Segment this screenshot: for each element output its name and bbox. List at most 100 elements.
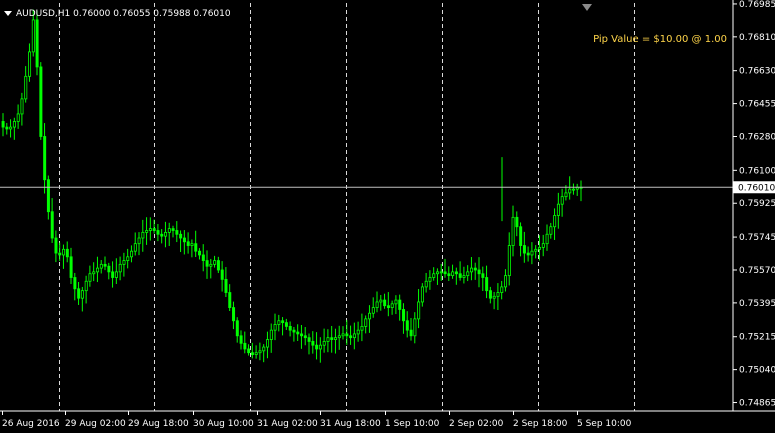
x-tick-label: 2 Sep 18:00 [513,419,568,429]
candle-body [141,231,145,239]
candle-body [84,280,88,292]
candle-body [413,318,417,337]
candle-body [111,271,115,278]
candle-body [43,136,47,181]
x-tick-label: 2 Sep 02:00 [449,419,504,429]
candle-body [477,269,481,275]
candle-body [54,237,58,254]
candle-body [148,228,152,231]
candle-body [96,267,100,273]
candle-body [24,75,28,100]
candle-body [500,286,504,293]
candle-body [77,288,81,299]
candle-body [99,263,103,269]
y-tick-label: 0.76280 [739,132,775,142]
candle-body [326,337,330,342]
candle-body [522,245,526,254]
candle-body [473,267,477,271]
candle-body [534,248,538,252]
candle-body [541,243,545,248]
x-tick-label: 31 Aug 02:00 [257,419,318,429]
candle-body [383,299,387,307]
candle-body [364,318,368,327]
candle-body [194,243,198,252]
candle-body [88,273,92,282]
candle-body [560,196,564,205]
candle-body [92,271,96,275]
current-price-line: 0.76010 [0,181,775,194]
candle-body [307,337,311,342]
candle-body [485,277,489,292]
candle-body [50,211,54,239]
candle-body [232,307,236,322]
chart-header: AUDUSD,H1 0.76000 0.76055 0.75988 0.7601… [16,9,231,19]
candle-body [405,320,409,331]
candle-body [20,98,24,115]
candle-body [175,230,179,235]
candle-body [303,335,307,339]
candle-body [198,250,202,256]
candle-body [368,312,372,320]
candle-body [9,126,13,130]
candle-body [107,265,111,273]
candle-body [447,273,451,277]
candle-body [152,228,156,231]
pip-value-info: Pip Value = $10.00 @ 1.00 [593,34,727,45]
candle-body [16,113,20,122]
candle-body [273,324,277,331]
y-tick-label: 0.75570 [739,266,775,276]
candle-body [164,231,168,237]
candle-body [145,230,149,233]
candle-body [171,228,175,231]
candle-body [398,299,402,310]
candle-body [545,233,549,245]
symbol-menu-arrow-icon[interactable] [4,11,12,16]
y-tick-label: 0.76985 [739,0,775,10]
candle-body [371,307,375,314]
candle-body [511,216,515,246]
candle-body [334,337,338,340]
candle-body [73,277,77,290]
candle-body [216,260,220,271]
candle-body [481,273,485,278]
candle-body [213,260,217,265]
candle-body [126,256,130,261]
price-chart[interactable]: 0.76010 26 Aug 2016 29 Aug 02:00 29 Aug 18… [0,0,775,433]
candle-body [349,335,353,339]
candle-body [266,339,270,348]
candle-body [379,299,383,303]
candle-body [243,342,247,350]
candle-body [568,188,572,194]
chart-window[interactable]: 0.76010 26 Aug 2016 29 Aug 02:00 29 Aug 18… [0,0,775,433]
candle-body [179,233,183,239]
candle-body [247,348,251,354]
chart-shift-marker-icon[interactable] [582,4,592,11]
candle-body [182,237,186,243]
candle-body [239,335,243,344]
candle-body [462,275,466,278]
candle-body [250,352,254,355]
candle-body [292,329,296,333]
candle-body [337,335,341,339]
x-tick-label: 29 Aug 18:00 [128,419,189,429]
candle-body [443,271,447,275]
candle-body [277,320,281,325]
candle-body [118,263,122,273]
candle-body [466,271,470,277]
candle-body [205,260,209,267]
candle-body [507,245,511,277]
y-tick-label: 0.76630 [739,67,775,77]
candle-body [519,226,523,246]
candle-body [394,299,398,305]
candle-body [167,228,171,233]
candle-body [186,241,190,246]
candle-body [46,179,50,213]
y-tick-label: 0.75215 [739,333,775,343]
candle-body [564,192,568,198]
candle-series [1,9,583,363]
candle-body [530,250,534,256]
candle-body [538,247,542,250]
candle-body [130,250,134,258]
x-tick-label: 1 Sep 10:00 [385,419,440,429]
candle-body [103,263,107,267]
